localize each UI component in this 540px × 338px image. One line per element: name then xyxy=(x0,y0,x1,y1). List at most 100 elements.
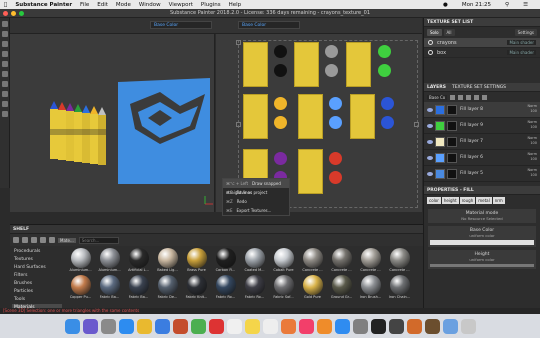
eye-icon[interactable] xyxy=(427,139,433,144)
finder-icon[interactable] xyxy=(64,318,80,334)
material-thumbnail[interactable]: Fabric Ba... xyxy=(95,275,124,299)
downloads-icon[interactable] xyxy=(442,318,458,334)
material-thumbnail[interactable]: Cobalt Pure xyxy=(269,248,298,272)
add-fill-icon[interactable] xyxy=(458,94,464,100)
eye-icon[interactable] xyxy=(427,155,433,160)
appstore-icon[interactable] xyxy=(334,318,350,334)
layer-row[interactable]: Fill layer 9 Norm 100 xyxy=(424,118,540,134)
menu-edit[interactable]: Edit xyxy=(97,2,108,8)
layer-mask-thumbnail[interactable] xyxy=(447,120,457,131)
base-color-swatch[interactable] xyxy=(430,240,534,245)
height-block[interactable]: Height uniform color xyxy=(428,250,536,269)
substance-s-icon[interactable] xyxy=(208,318,224,334)
viewport-3d-channel-select[interactable]: Base Color xyxy=(150,21,212,29)
paint-brush-icon[interactable] xyxy=(1,21,8,27)
layer-name[interactable]: Fill layer 8 xyxy=(460,107,483,112)
layer-blend[interactable]: Norm 100 xyxy=(527,120,537,130)
apple-icon[interactable]:  xyxy=(4,2,7,8)
layer-mask-thumbnail[interactable] xyxy=(447,168,457,179)
maximize-window-icon[interactable] xyxy=(19,11,24,16)
clock[interactable]: Mon 21:25 xyxy=(462,2,491,8)
texture-set-row[interactable]: crayons Main shader xyxy=(424,38,540,48)
material-thumbnail[interactable]: Concrete ... xyxy=(327,248,356,272)
layer-blend[interactable]: Norm 100 xyxy=(527,136,537,146)
butterfly-icon[interactable] xyxy=(406,318,422,334)
layer-blend[interactable]: Norm 100 xyxy=(527,152,537,162)
viewport-2d-channel-select[interactable]: Base Color xyxy=(238,21,300,29)
shelf-category[interactable]: Brushes xyxy=(12,280,62,288)
siri-icon[interactable] xyxy=(82,318,98,334)
layer-mask-thumbnail[interactable] xyxy=(447,152,457,163)
material-thumbnail[interactable]: Gold Pure xyxy=(298,275,327,299)
layer-name[interactable]: Fill layer 9 xyxy=(460,123,483,128)
shelf-search-input[interactable]: Search... xyxy=(78,236,119,244)
books-icon[interactable] xyxy=(316,318,332,334)
wifi-icon[interactable]: ● xyxy=(443,2,448,8)
folder-icon[interactable] xyxy=(474,94,480,100)
layer-mask-thumbnail[interactable] xyxy=(447,104,457,115)
material-thumbnail[interactable]: Fabric De... xyxy=(153,275,182,299)
app-icon[interactable] xyxy=(424,318,440,334)
mail-icon[interactable] xyxy=(154,318,170,334)
activity-icon[interactable] xyxy=(388,318,404,334)
eye-icon[interactable] xyxy=(427,171,433,176)
export-icon[interactable] xyxy=(1,111,8,117)
search-icon[interactable]: ⚲ xyxy=(505,2,509,8)
settings-button[interactable]: Settings xyxy=(514,29,537,36)
eye-icon[interactable] xyxy=(427,107,433,112)
tab-solo[interactable]: Solo xyxy=(427,29,442,36)
material-thumbnail[interactable]: Baked Lig... xyxy=(153,248,182,272)
folder-icon[interactable] xyxy=(13,237,19,243)
close-window-icon[interactable] xyxy=(3,11,8,16)
height-slider[interactable] xyxy=(430,264,534,267)
material-thumbnail[interactable]: Iron Brush... xyxy=(356,275,385,299)
filter-tag[interactable]: Mate... xyxy=(58,237,76,243)
radio-icon[interactable] xyxy=(428,50,433,55)
tab-layers[interactable]: LAYERS xyxy=(427,83,446,91)
metal-toggle[interactable]: metal xyxy=(476,197,492,204)
bake-icon[interactable] xyxy=(1,101,8,107)
material-thumbnail[interactable]: Fabric Ba... xyxy=(124,275,153,299)
menu-plugins[interactable]: Plugins xyxy=(201,2,221,8)
substance-icon[interactable] xyxy=(172,318,188,334)
launchpad-icon[interactable] xyxy=(100,318,116,334)
smudge-icon[interactable] xyxy=(1,61,8,67)
layer-row[interactable]: Fill layer 6 Norm 100 xyxy=(424,150,540,166)
minimize-window-icon[interactable] xyxy=(11,11,16,16)
material-thumbnail[interactable]: Fabric Sof... xyxy=(269,275,298,299)
material-thumbnail[interactable]: Concrete ... xyxy=(385,248,414,272)
material-thumbnail[interactable]: Fabric Ro... xyxy=(240,275,269,299)
base-color-block[interactable]: Base Color uniform color xyxy=(428,226,536,247)
popup-row[interactable]: ⌘Z Redo xyxy=(223,197,289,206)
texture-set-row[interactable]: box Main shader xyxy=(424,48,540,58)
music-icon[interactable] xyxy=(298,318,314,334)
chrome-icon[interactable] xyxy=(136,318,152,334)
clone-icon[interactable] xyxy=(1,71,8,77)
material-thumbnail[interactable]: Concrete ... xyxy=(356,248,385,272)
menu-viewport[interactable]: Viewport xyxy=(169,2,193,8)
tab-all[interactable]: All xyxy=(443,29,455,36)
menu-list-icon[interactable]: ☰ xyxy=(523,2,528,8)
safari-icon[interactable] xyxy=(118,318,134,334)
trash-icon[interactable] xyxy=(460,318,476,334)
notes-icon[interactable] xyxy=(244,318,260,334)
preferences-icon[interactable] xyxy=(352,318,368,334)
menu-help[interactable]: Help xyxy=(229,2,242,8)
layer-row[interactable]: Fill layer 7 Norm 100 xyxy=(424,134,540,150)
eye-icon[interactable] xyxy=(427,123,433,128)
grid-view-icon[interactable] xyxy=(31,237,37,243)
shelf-category[interactable]: Procedurals xyxy=(12,248,62,256)
layer-name[interactable]: Fill layer 7 xyxy=(460,139,483,144)
import-icon[interactable] xyxy=(22,237,28,243)
material-thumbnail[interactable]: Artificial L... xyxy=(124,248,153,272)
menu-file[interactable]: File xyxy=(80,2,89,8)
photos-icon[interactable] xyxy=(280,318,296,334)
menu-mode[interactable]: Mode xyxy=(116,2,131,8)
rough-toggle[interactable]: rough xyxy=(459,197,476,204)
popup-row[interactable]: ⌘S Save as project xyxy=(223,188,289,197)
eraser-icon[interactable] xyxy=(1,31,8,37)
material-thumbnail[interactable]: Aluminium... xyxy=(95,248,124,272)
layer-row[interactable]: Fill layer 8 Norm 100 xyxy=(424,102,540,118)
material-thumbnail[interactable]: Carbon Fi... xyxy=(211,248,240,272)
menu-app-name[interactable]: Substance Painter xyxy=(15,2,72,8)
